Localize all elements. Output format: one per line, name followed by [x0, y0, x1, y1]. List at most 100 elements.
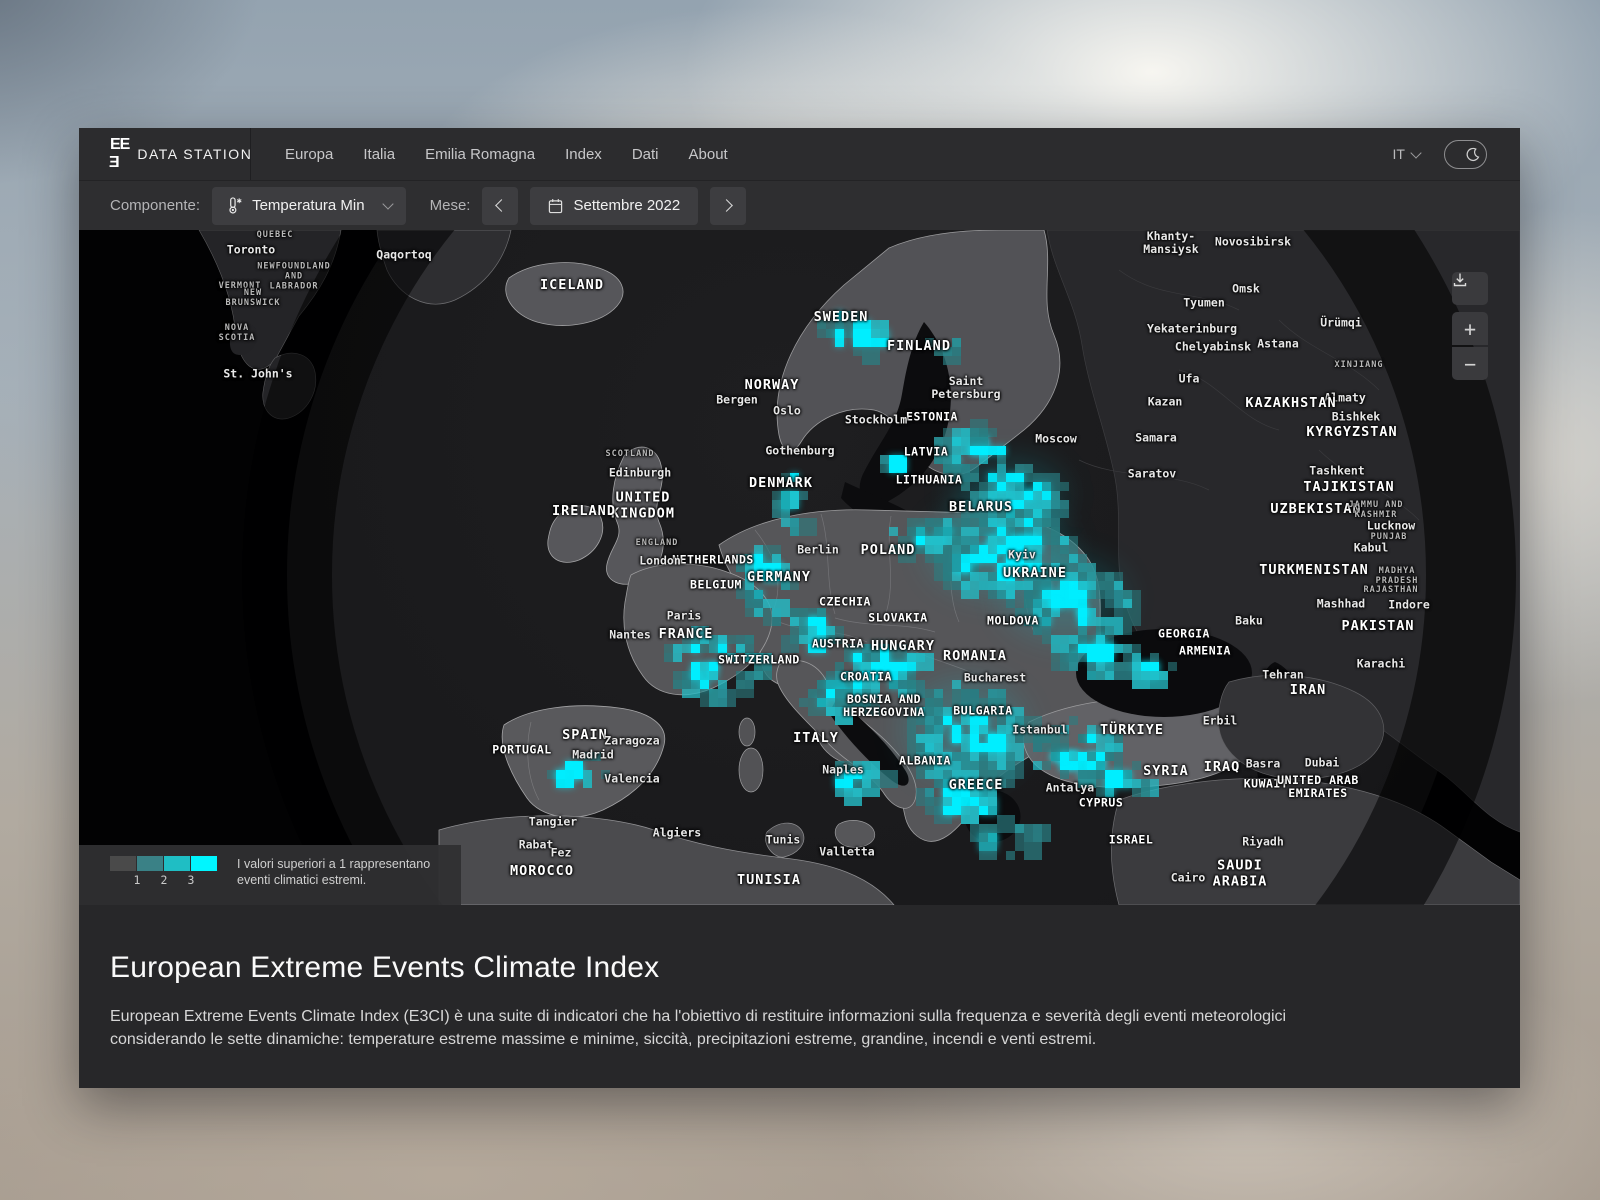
map-label: UKRAINE — [1003, 566, 1067, 582]
map-label: Nantes — [609, 628, 651, 641]
map-label: Tashkent — [1309, 464, 1364, 477]
map-label: Omsk — [1232, 282, 1260, 295]
map-label: UNITED ARAB EMIRATES — [1277, 774, 1359, 800]
map-label: ENGLAND — [636, 539, 679, 549]
language-selector[interactable]: IT — [1393, 146, 1420, 162]
map-label: Cairo — [1171, 871, 1206, 884]
chevron-left-icon — [496, 199, 509, 212]
map-label: Naples — [822, 763, 864, 776]
download-map-button[interactable] — [1452, 272, 1488, 305]
map-label: Gothenburg — [765, 444, 834, 457]
map-label: SYRIA — [1143, 764, 1189, 780]
map-label: GERMANY — [747, 570, 811, 586]
map-label: Algiers — [653, 826, 701, 839]
map-label: UZBEKISTAN — [1270, 502, 1361, 518]
map-label: Bishkek — [1332, 410, 1380, 423]
component-value: Temperatura Min — [252, 197, 365, 214]
map-label: Bergen — [716, 393, 758, 406]
month-value: Settembre 2022 — [573, 197, 680, 214]
map-label: Novosibirsk — [1215, 235, 1291, 248]
map-label: ARMENIA — [1179, 644, 1231, 657]
map-label: St. John's — [223, 367, 292, 380]
next-month-button[interactable] — [710, 187, 746, 225]
map-label: TAJIKISTAN — [1303, 480, 1394, 496]
map-label: BELARUS — [949, 500, 1013, 516]
legend-tick: 2 — [161, 873, 168, 887]
map-label: Oslo — [773, 404, 801, 417]
chevron-down-icon — [1410, 147, 1421, 158]
map-label: Indore — [1388, 598, 1430, 611]
map-label: Tangier — [529, 815, 577, 828]
map-label: PORTUGAL — [492, 743, 551, 756]
map-label: Stockholm — [845, 413, 907, 426]
map-label: Moscow — [1035, 432, 1077, 445]
map-label: IRELAND — [552, 504, 616, 520]
map-label: Tehran — [1262, 668, 1304, 681]
zoom-in-button[interactable]: + — [1452, 312, 1488, 345]
month-picker[interactable]: Settembre 2022 — [530, 187, 698, 225]
legend-swatches — [110, 856, 217, 871]
nav-item-about[interactable]: About — [689, 146, 728, 163]
theme-toggle[interactable] — [1444, 140, 1487, 169]
nav-item-italia[interactable]: Italia — [363, 146, 395, 163]
nav-item-europa[interactable]: Europa — [285, 146, 333, 163]
legend-swatch — [137, 856, 163, 871]
map-label: SWITZERLAND — [718, 653, 800, 666]
zoom-out-button[interactable]: − — [1452, 347, 1488, 380]
thermometer-snow-icon — [226, 196, 243, 215]
map-label: NORWAY — [745, 378, 800, 394]
map-label: JAMMU AND KASHMIR — [1348, 501, 1403, 521]
map-label: Erbil — [1203, 714, 1238, 727]
map-label: XINJIANG — [1335, 361, 1384, 371]
map-label: Astana — [1257, 337, 1299, 350]
map-label: MADHYA PRADESH — [1376, 567, 1419, 587]
map-labels: QUÉBECTorontoQaqortoqNEWFOUNDLAND AND LA… — [79, 230, 1520, 905]
map-label: FINLAND — [887, 339, 951, 355]
previous-month-button[interactable] — [482, 187, 518, 225]
map-label: DENMARK — [749, 476, 813, 492]
legend-ticks: 123 — [110, 873, 217, 887]
top-nav-bar: EEE DATA STATION Europa Italia Emilia Roma… — [79, 128, 1520, 180]
map-label: Basra — [1246, 757, 1281, 770]
map-label: Toronto — [227, 243, 275, 256]
map-label: Karachi — [1357, 657, 1405, 670]
map-label: PUNJAB — [1371, 533, 1408, 543]
minus-icon: − — [1464, 354, 1476, 374]
description-section: European Extreme Events Climate Index Eu… — [79, 905, 1520, 1088]
map-label: KYRGYZSTAN — [1306, 425, 1397, 441]
legend-color-ramp: 123 — [110, 856, 217, 887]
map-label: SWEDEN — [814, 310, 869, 326]
map-label: TUNISIA — [737, 873, 801, 889]
map-label: KUWAIT — [1244, 777, 1289, 790]
map-label: Edinburgh — [609, 466, 671, 479]
map-label: Madrid — [572, 748, 614, 761]
app-window: EEE DATA STATION Europa Italia Emilia Roma… — [79, 128, 1520, 1088]
map-label: Tyumen — [1183, 296, 1225, 309]
nav-item-emilia-romagna[interactable]: Emilia Romagna — [425, 146, 535, 163]
legend-tick: 1 — [134, 873, 141, 887]
logo-icon: EEE — [110, 136, 129, 172]
map-label: Valencia — [604, 772, 659, 785]
map-label: NOVA SCOTIA — [219, 324, 256, 344]
globe-map[interactable]: QUÉBECTorontoQaqortoqNEWFOUNDLAND AND LA… — [79, 230, 1520, 905]
map-label: BOSNIA AND HERZEGOVINA — [843, 693, 925, 719]
download-icon — [1452, 272, 1468, 288]
moon-icon — [1465, 147, 1480, 162]
map-label: MOLDOVA — [987, 614, 1039, 627]
map-label: Khanty- Mansiysk — [1143, 230, 1198, 256]
map-label: Kyiv — [1008, 548, 1036, 561]
nav-item-index[interactable]: Index — [565, 146, 602, 163]
nav-item-dati[interactable]: Dati — [632, 146, 659, 163]
map-label: NEWFOUNDLAND AND LABRADOR — [257, 262, 330, 291]
component-dropdown[interactable]: Temperatura Min — [212, 187, 406, 225]
header-right: IT — [1393, 140, 1520, 169]
map-label: Istanbul — [1012, 723, 1067, 736]
map-label: BULGARIA — [953, 704, 1012, 717]
map-label: KAZAKHSTAN — [1245, 396, 1336, 412]
map-label: Yekaterinburg — [1147, 322, 1237, 335]
logo[interactable]: EEE DATA STATION — [79, 128, 251, 180]
map-label: CZECHIA — [819, 595, 871, 608]
map-label: Fez — [551, 846, 572, 859]
map-label: SLOVAKIA — [868, 611, 927, 624]
month-label: Mese: — [430, 197, 471, 214]
